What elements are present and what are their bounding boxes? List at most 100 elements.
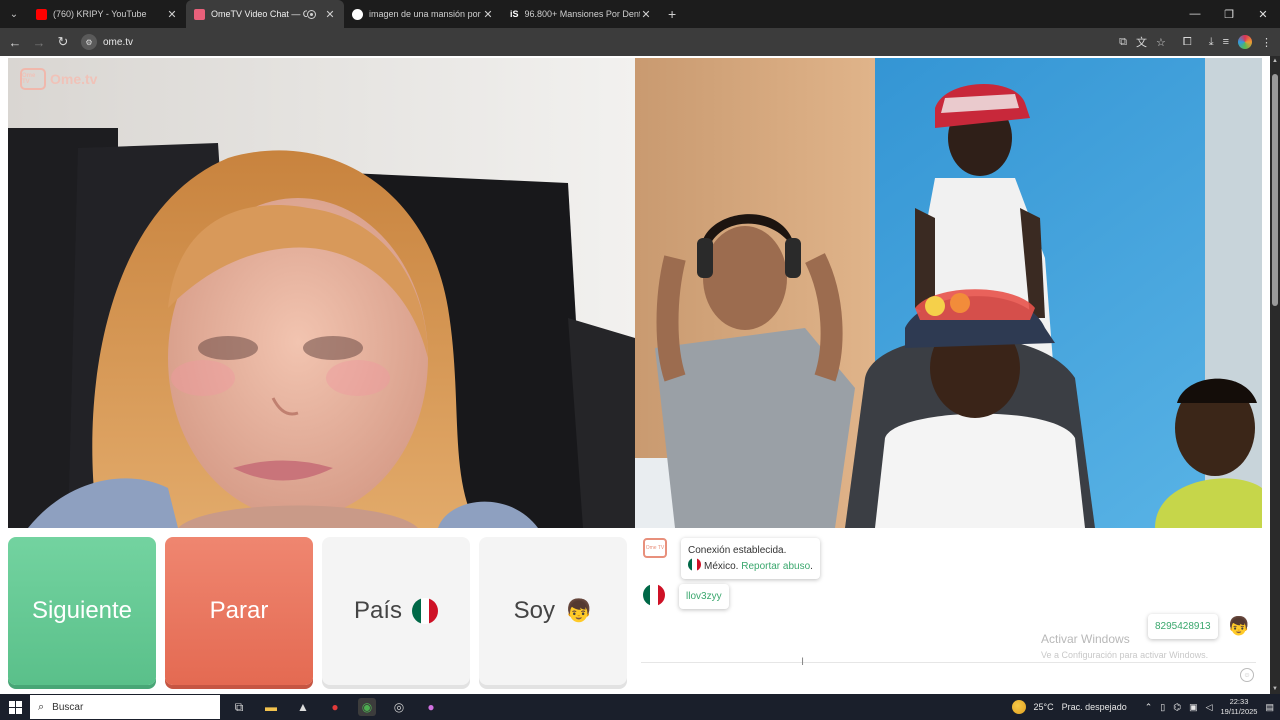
search-icon: ⌕ [38, 700, 45, 713]
weather-sun-icon[interactable] [1011, 700, 1026, 714]
new-tab-button[interactable]: + [668, 6, 676, 22]
url-text: ome.tv [103, 36, 134, 48]
partner-video [635, 58, 1262, 528]
address-bar: ← → ↻ ⚙ ome.tv ⧉ 文 ☆ ⧠ ⤓ ≡ ⋮ [0, 28, 1280, 56]
tray-chevron-icon[interactable]: ⌃ [1145, 702, 1153, 713]
scrollbar-thumb[interactable] [1272, 74, 1278, 306]
file-explorer-icon[interactable]: ▬ [262, 698, 280, 716]
notifications-icon[interactable]: ▤ [1265, 702, 1274, 713]
window-controls: — ❐ ✕ [1178, 0, 1280, 28]
emoji-picker-icon[interactable]: ☺ [1240, 668, 1254, 682]
ometv-logo-text: Ome.tv [50, 71, 98, 87]
country-line: México. Reportar abuso. [688, 558, 813, 574]
volume-icon[interactable]: ◁ [1206, 702, 1213, 713]
clock[interactable]: 22:33 19/11/2025 [1221, 697, 1258, 717]
system-tray: 25°C Prac. despejado ⌃ ▯ ⌬ ▣ ◁ 22:33 19/… [1011, 694, 1274, 720]
restore-button[interactable]: ❐ [1212, 0, 1246, 28]
tab-title: 96.800+ Mansiones Por Dentro [524, 9, 640, 19]
install-app-icon[interactable]: ⧉ [1119, 36, 1127, 49]
tab-title: (760) KRIPY - YouTube [53, 9, 147, 19]
tab-mansiones[interactable]: iS 96.800+ Mansiones Por Dentro ✕ [502, 0, 660, 28]
weather-status[interactable]: Prac. despejado [1062, 702, 1127, 712]
task-view-icon[interactable]: ⧉ [230, 698, 248, 716]
partner-message: llov3zyy [643, 584, 729, 609]
scroll-down-arrow-icon[interactable]: ▼ [1270, 686, 1280, 692]
close-tab-icon[interactable]: ✕ [640, 8, 652, 21]
reload-icon[interactable]: ↻ [51, 34, 75, 50]
close-tab-icon[interactable]: ✕ [166, 8, 178, 21]
app-red-icon[interactable]: ● [326, 698, 344, 716]
local-video: Ome TV Ome.tv [8, 58, 635, 528]
partner-video-frame [635, 58, 1262, 528]
temperature[interactable]: 25°C [1034, 702, 1054, 712]
mic-icon[interactable]: ⌬ [1173, 702, 1181, 713]
app-balloon-icon[interactable]: ● [422, 698, 440, 716]
report-abuse-link[interactable]: Reportar abuso [741, 561, 810, 572]
ometv-small-logo-icon: Ome TV [643, 538, 667, 558]
report-suffix: . [810, 561, 813, 572]
tab-title: OmeTV Video Chat — Ome [211, 9, 307, 19]
obs-icon[interactable]: ◎ [390, 698, 408, 716]
ometv-favicon-icon [194, 8, 205, 20]
my-message-bubble: 8295428913 [1147, 614, 1218, 639]
chrome-icon[interactable]: ◉ [358, 698, 376, 716]
menu-kebab-icon[interactable]: ⋮ [1261, 36, 1272, 49]
partner-mexico-flag-icon [643, 584, 665, 606]
local-video-frame [8, 58, 635, 528]
recording-indicator-icon [307, 9, 316, 19]
close-tab-icon[interactable]: ✕ [482, 8, 494, 21]
download-icon[interactable]: ⤓ [1209, 36, 1214, 49]
country-button-label: País [353, 597, 403, 624]
extensions-icon[interactable]: ⧠ [1183, 36, 1192, 49]
tab-youtube[interactable]: (760) KRIPY - YouTube ✕ [28, 0, 186, 28]
page-scrollbar[interactable]: ▲ ▼ [1270, 56, 1280, 694]
system-message-bubble: Conexión establecida. México. Reportar a… [681, 538, 820, 579]
iam-button-label: Soy [513, 597, 555, 624]
tab-google-search[interactable]: imagen de una mansión por de ✕ [344, 0, 502, 28]
stop-button[interactable]: Parar [165, 537, 313, 685]
minimize-button[interactable]: — [1178, 0, 1212, 28]
mexico-flag-icon [688, 558, 701, 571]
tab-ometv[interactable]: OmeTV Video Chat — Ome ✕ [186, 0, 344, 28]
ometv-logo-icon: Ome TV [20, 68, 46, 90]
gender-select-button[interactable]: Soy 👦 [479, 537, 627, 685]
taskbar-search[interactable]: ⌕ Buscar [30, 695, 220, 719]
tab-search-chevron-icon[interactable]: ⌄ [0, 0, 28, 28]
my-avatar-emoji-icon: 👦 [1227, 616, 1250, 636]
text-cursor-icon: I [801, 656, 805, 668]
connection-status: Conexión establecida. [688, 545, 787, 556]
translate-icon[interactable]: 文 [1136, 34, 1147, 50]
profile-avatar-icon[interactable] [1238, 35, 1252, 49]
my-message: 8295428913 👦 [1147, 614, 1250, 639]
back-arrow-icon[interactable]: ← [3, 35, 27, 50]
start-button[interactable] [0, 700, 30, 714]
device-icon[interactable]: ▯ [1160, 702, 1165, 713]
windows-taskbar: ⌕ Buscar ⧉ ▬ ▲ ● ◉ ◎ ● 25°C Prac. despej… [0, 694, 1280, 720]
istock-favicon-icon: iS [510, 9, 519, 19]
forward-arrow-icon[interactable]: → [27, 35, 51, 50]
close-window-button[interactable]: ✕ [1246, 0, 1280, 28]
browser-tab-bar: ⌄ (760) KRIPY - YouTube ✕ OmeTV Video Ch… [0, 0, 1280, 28]
country-filter-button[interactable]: País [322, 537, 470, 685]
url-field[interactable]: ⚙ ome.tv [81, 34, 133, 50]
bookmark-star-icon[interactable]: ☆ [1156, 36, 1166, 49]
ometv-logo[interactable]: Ome TV Ome.tv [20, 68, 97, 90]
site-info-icon[interactable]: ⚙ [81, 34, 97, 50]
activate-windows-subtitle: Ve a Configuración para activar Windows. [1041, 650, 1209, 660]
activate-windows-title: Activar Windows [1041, 632, 1130, 646]
close-tab-icon[interactable]: ✕ [324, 8, 336, 21]
control-buttons: Siguiente Parar País Soy 👦 [8, 537, 627, 685]
ometv-page: Ome TV Ome.tv Siguiente Parar País Soy 👦… [0, 56, 1270, 694]
network-icon[interactable]: ▣ [1189, 702, 1198, 713]
clock-date: 19/11/2025 [1220, 707, 1258, 716]
app-triangle-icon[interactable]: ▲ [294, 698, 312, 716]
next-button[interactable]: Siguiente [8, 537, 156, 685]
search-placeholder: Buscar [52, 701, 84, 713]
browser-toolbar: ⧉ 文 ☆ ⧠ ⤓ ≡ ⋮ [1119, 28, 1272, 56]
youtube-favicon-icon [36, 8, 47, 20]
chat-panel: Ome TV Conexión establecida. México. Rep… [635, 530, 1262, 688]
chat-input-divider [641, 662, 1256, 663]
windows-logo-icon [8, 700, 22, 714]
media-control-icon[interactable]: ≡ [1223, 36, 1229, 48]
scroll-up-arrow-icon[interactable]: ▲ [1270, 58, 1280, 64]
